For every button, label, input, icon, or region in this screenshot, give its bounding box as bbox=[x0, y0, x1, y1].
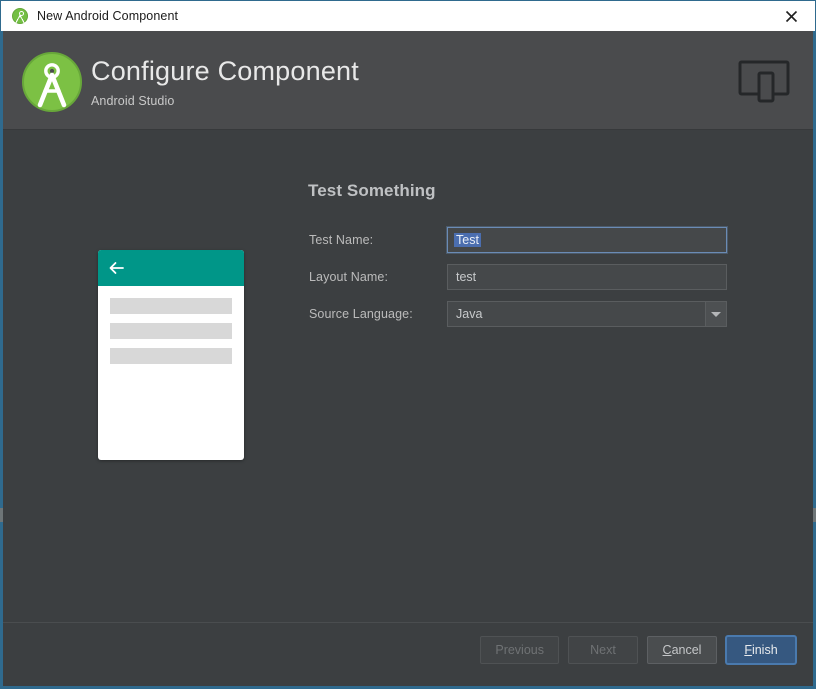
page-subtitle: Android Studio bbox=[91, 94, 359, 108]
title-bar-left: New Android Component bbox=[12, 1, 178, 31]
android-studio-icon bbox=[12, 8, 28, 24]
next-button-label: Next bbox=[590, 643, 616, 657]
layout-name-label: Layout Name: bbox=[309, 270, 447, 284]
header-titles: Configure Component Android Studio bbox=[91, 54, 359, 108]
preview-placeholder-bar bbox=[110, 323, 232, 339]
form-row-layout-name: Layout Name: test bbox=[309, 263, 729, 291]
source-language-label: Source Language: bbox=[309, 307, 447, 321]
source-language-dropdown-button[interactable] bbox=[705, 301, 727, 327]
form-row-source-language: Source Language: Java bbox=[309, 300, 729, 328]
previous-button[interactable]: Previous bbox=[480, 636, 559, 664]
layout-preview bbox=[98, 250, 244, 460]
source-language-value: Java bbox=[448, 307, 482, 321]
dialog-body: Configure Component Android Studio Test … bbox=[0, 31, 816, 689]
test-name-label: Test Name: bbox=[309, 233, 447, 247]
layout-name-input[interactable]: test bbox=[447, 264, 727, 290]
close-button[interactable] bbox=[769, 2, 814, 31]
title-bar: New Android Component bbox=[0, 0, 816, 31]
chevron-down-icon bbox=[711, 312, 721, 317]
layout-name-value: test bbox=[448, 270, 476, 284]
dialog-content: Test Something Test Name: Test bbox=[3, 130, 813, 622]
finish-button-label: Finish bbox=[744, 643, 777, 657]
page-title: Configure Component bbox=[91, 54, 359, 88]
window-title: New Android Component bbox=[37, 9, 178, 23]
test-name-value: Test bbox=[454, 233, 481, 247]
previous-button-label: Previous bbox=[495, 643, 544, 657]
cancel-button-label: Cancel bbox=[663, 643, 702, 657]
preview-app-bar bbox=[98, 250, 244, 286]
dialog-window: New Android Component bbox=[0, 0, 816, 689]
dialog-header: Configure Component Android Studio bbox=[3, 31, 813, 130]
source-language-select[interactable]: Java bbox=[447, 301, 727, 327]
arrow-back-icon bbox=[108, 260, 125, 276]
step-title: Test Something bbox=[308, 181, 436, 201]
dialog-footer: Previous Next Cancel Finish bbox=[3, 622, 813, 686]
android-studio-logo-icon bbox=[21, 51, 83, 113]
next-button[interactable]: Next bbox=[568, 636, 638, 664]
preview-placeholder-bar bbox=[110, 348, 232, 364]
form-row-test-name: Test Name: Test bbox=[309, 226, 729, 254]
cancel-button[interactable]: Cancel bbox=[647, 636, 717, 664]
finish-button[interactable]: Finish bbox=[726, 636, 796, 664]
footer-button-group: Previous Next Cancel Finish bbox=[480, 636, 796, 664]
component-form: Test Name: Test Layout Name: test Source… bbox=[309, 226, 729, 337]
close-icon bbox=[785, 10, 798, 23]
preview-placeholder-bar bbox=[110, 298, 232, 314]
test-name-input[interactable]: Test bbox=[447, 227, 727, 253]
device-preview-icon bbox=[738, 59, 790, 103]
